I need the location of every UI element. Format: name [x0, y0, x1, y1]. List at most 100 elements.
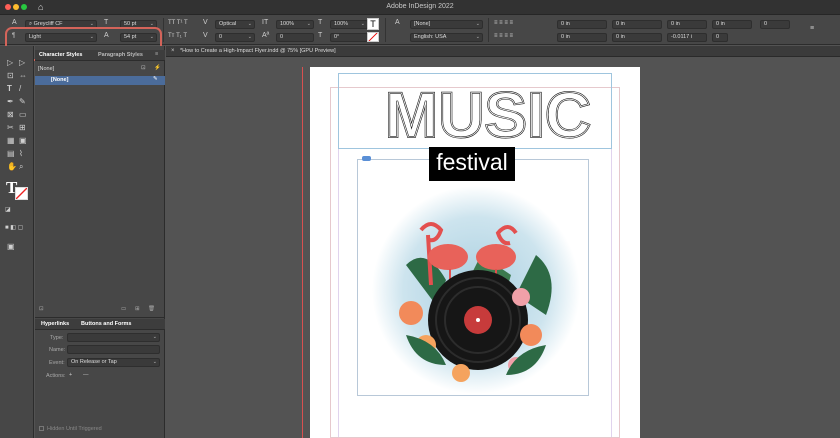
skew-field[interactable]: 0°: [330, 33, 368, 42]
new-style-icon[interactable]: ⊞: [135, 306, 140, 312]
gap-tool-icon[interactable]: ⇔: [19, 71, 27, 80]
edit-icon: ✎: [153, 76, 158, 82]
hidden-checkbox[interactable]: [39, 426, 44, 431]
grid-align-field[interactable]: -0.0117 i: [667, 33, 707, 42]
festival-box[interactable]: festival: [429, 147, 515, 181]
selection-tool-icon[interactable]: ▷: [7, 58, 13, 67]
rectangle-frame-tool-icon[interactable]: ⊠: [7, 110, 14, 119]
justify-button[interactable]: ≡ ≡ ≡ ≡: [494, 32, 513, 40]
tab-paragraph-styles[interactable]: Paragraph Styles: [98, 52, 143, 58]
hibiscus-flower: [520, 324, 542, 346]
screen-mode-icon[interactable]: ▣: [7, 242, 15, 251]
gradient-tool-icon[interactable]: ▦: [7, 136, 15, 145]
vertical-scale-field[interactable]: 100% ⌄: [276, 20, 314, 29]
space-before-field[interactable]: 0 in: [667, 20, 707, 29]
horizontal-scale-icon: T: [318, 19, 323, 26]
music-headline[interactable]: MUSIC MUSIC: [378, 85, 598, 145]
document-page[interactable]: MUSIC MUSIC festival: [310, 67, 640, 438]
language-field[interactable]: English: USA ⌄: [410, 33, 483, 42]
document-tab[interactable]: *How to Create a High-Impact Flyer.indd …: [180, 48, 336, 54]
all-caps-button[interactable]: TT T¹ T: [168, 19, 188, 27]
note-tool-icon[interactable]: ▤: [7, 149, 15, 158]
page-tool-icon[interactable]: ⊡: [7, 71, 14, 80]
fill-swatch-icon[interactable]: T: [367, 18, 379, 30]
zoom-tool-icon[interactable]: ⌕: [19, 162, 23, 172]
list-item[interactable]: [None] ✎: [35, 76, 165, 85]
space-after-value: 0 in: [716, 21, 725, 27]
baseline-shift-field[interactable]: 0: [276, 33, 314, 42]
type-tool-icon[interactable]: T: [7, 84, 12, 93]
space-last-field[interactable]: 0 in: [612, 33, 662, 42]
panel-menu-icon[interactable]: ≡: [810, 25, 814, 33]
vinyl-hole: [476, 318, 480, 322]
stroke-swatch-icon[interactable]: [367, 32, 379, 42]
small-caps-button[interactable]: Tт T₁ T: [168, 32, 187, 40]
apply-color-icon[interactable]: ■ ◧ ▢: [5, 224, 23, 231]
space-after-field[interactable]: 0 in: [712, 20, 752, 29]
language-value: English: USA: [414, 34, 447, 40]
pencil-tool-icon[interactable]: ✎: [19, 97, 26, 106]
indent-right-value: 0 in: [616, 21, 625, 27]
default-fill-stroke-icon[interactable]: ◪: [5, 206, 11, 213]
direct-selection-tool-icon[interactable]: ▷: [19, 58, 25, 67]
pen-tool-icon[interactable]: ✒: [7, 97, 14, 106]
style-override-icon[interactable]: ⊡: [39, 306, 44, 312]
remove-action-icon[interactable]: —: [83, 372, 89, 378]
folder-icon[interactable]: ▭: [121, 306, 126, 312]
style-item-none: [None]: [51, 77, 69, 83]
skew-icon: T: [318, 32, 323, 39]
flyer-illustration[interactable]: [366, 185, 586, 395]
hibiscus-flower: [512, 288, 530, 306]
lightning-icon[interactable]: ⚡: [154, 65, 161, 71]
kerning-field[interactable]: Optical ⌄: [215, 20, 255, 29]
name-input[interactable]: [67, 345, 160, 354]
line-tool-icon[interactable]: /: [19, 84, 21, 93]
panel-menu-icon[interactable]: ≡: [155, 51, 158, 57]
align-left-button[interactable]: ≡ ≡ ≡ ≡: [494, 19, 513, 27]
indent-left-value: 0 in: [561, 21, 570, 27]
new-style-group-icon[interactable]: ⊡: [141, 65, 146, 71]
horizontal-scale-field[interactable]: 100% ⌄: [330, 20, 368, 29]
indent-right-field[interactable]: 0 in: [612, 20, 662, 29]
tools-panel: ▷ ▷ ⊡ ⇔ T / ✒ ✎ ⊠ ▭ ✂ ⊞ ▦ ▣ ▤ ⌇ ✋ ⌕ T ◪ …: [0, 46, 34, 438]
chevron-down-icon: ⌄: [475, 34, 480, 40]
chevron-down-icon: ⌄: [247, 34, 252, 40]
add-action-icon[interactable]: +: [69, 372, 72, 378]
free-transform-tool-icon[interactable]: ⊞: [19, 123, 26, 132]
close-tab-icon[interactable]: ×: [171, 48, 175, 54]
tab-character-styles[interactable]: Character Styles: [39, 52, 82, 58]
flamingo-right-body: [476, 244, 516, 270]
hibiscus-flower: [399, 301, 423, 325]
character-style-icon: A: [395, 19, 400, 26]
tracking-field[interactable]: 0 ⌄: [215, 33, 255, 42]
scissors-tool-icon[interactable]: ✂: [7, 123, 14, 132]
stroke-swatch-icon[interactable]: [15, 187, 28, 200]
indent-left-field[interactable]: 0 in: [557, 20, 607, 29]
link-indicator-icon: [362, 156, 371, 161]
eyedropper-tool-icon[interactable]: ⌇: [19, 149, 23, 158]
horizontal-scale-value: 100%: [334, 21, 349, 27]
character-style-field[interactable]: [None] ⌄: [410, 20, 483, 29]
rectangle-tool-icon[interactable]: ▭: [19, 110, 27, 119]
tab-buttons-and-forms[interactable]: Buttons and Forms: [81, 321, 131, 327]
indent-first-field[interactable]: 0 in: [557, 33, 607, 42]
divider: [385, 18, 386, 42]
document-tab-bar: × *How to Create a High-Impact Flyer.ind…: [166, 46, 840, 57]
chevron-down-icon: ⌄: [247, 21, 252, 27]
vertical-scale-value: 100%: [280, 21, 295, 27]
drop-cap-lines-field[interactable]: 0: [712, 33, 728, 42]
trash-icon[interactable]: 🗑: [148, 306, 155, 312]
space-last-value: 0 in: [616, 34, 625, 40]
hibiscus-flower: [452, 364, 470, 382]
event-select[interactable]: On Release or Tap ⌄: [67, 358, 160, 367]
hand-tool-icon[interactable]: ✋: [7, 162, 17, 171]
grid-align-value: -0.0117 i: [671, 34, 692, 40]
character-formatting-icon[interactable]: A: [12, 19, 17, 27]
title-bar: ⌂ Adobe InDesign 2022: [0, 0, 840, 15]
tab-hyperlinks[interactable]: Hyperlinks: [41, 321, 69, 327]
gradient-feather-tool-icon[interactable]: ▣: [19, 136, 27, 145]
tracking-icon: V: [203, 32, 208, 39]
font-size-icon: T: [104, 19, 109, 26]
drop-cap-chars-field[interactable]: 0: [760, 20, 790, 29]
type-select[interactable]: ⌄: [67, 333, 160, 342]
